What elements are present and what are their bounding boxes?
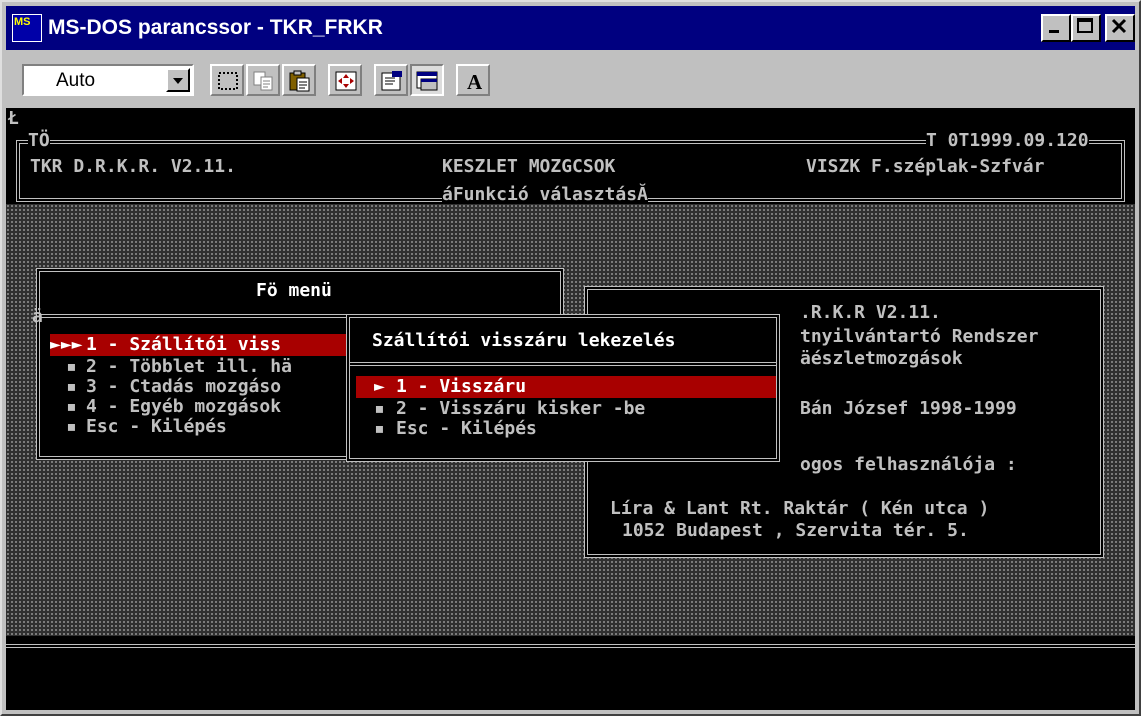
submenu-popup: Szállítói visszáru lekezelés ► 1 - Vissz… [346,314,780,462]
info-licensee-label: ogos felhasználója : [800,454,1017,475]
copy-button[interactable] [246,64,280,96]
info-licensee: Líra & Lant Rt. Raktár ( Kén utca ) [610,498,990,519]
dos-window: MS MS-DOS parancssor - TKR_FRKR Auto A Ł… [0,0,1141,716]
menu-item-esc[interactable]: ▪ Esc - Kilépés [50,416,352,437]
toolbar: Auto A [6,52,1135,106]
app-icon-text: MS [14,16,31,28]
menu-item-2[interactable]: ▪ 2 - Többlet ill. hä [50,356,352,377]
fullscreen-icon [335,71,357,91]
mark-icon [218,72,238,90]
menu-item-esc-label: Esc - Kilépés [86,416,227,437]
properties-icon [381,71,402,91]
chevron-down-icon[interactable] [166,68,190,92]
submenu-item-esc-bullet: ▪ [374,418,385,439]
menu-item-4-bullet: ▪ [66,396,77,417]
submenu-item-2[interactable]: ▪ 2 - Visszáru kisker -be [356,398,776,419]
submenu-title: Szállítói visszáru lekezelés [372,330,676,351]
info-module: äészletmozgások [800,348,963,369]
font-button-label: A [467,70,483,92]
close-icon [1111,18,1127,34]
menu-item-1[interactable]: ►►► 1 - Szállítói viss [50,334,352,356]
menu-item-3[interactable]: ▪ 3 - Ctadás mozgáso [50,376,352,397]
menu-item-2-bullet: ▪ [66,356,77,377]
minimize-icon [1049,30,1059,33]
submenu-item-esc[interactable]: ▪ Esc - Kilépés [356,418,776,439]
header-module: KESZLET MOZGCSOK [442,156,616,177]
menu-item-1-label: 1 - Szállítói viss [86,334,282,355]
main-menu-title: Fö menü [256,280,332,301]
close-button[interactable] [1105,14,1135,42]
submenu-divider [350,362,776,366]
window-title: MS-DOS parancssor - TKR_FRKR [48,16,383,39]
maximize-icon [1077,18,1093,33]
header-site: VISZK F.széplak-Szfvár [806,156,1045,177]
background-icon [416,71,438,91]
submenu-item-1-label: 1 - Visszáru [396,376,527,397]
submenu-item-2-bullet: ▪ [374,398,385,419]
copy-icon [253,71,273,91]
msdos-app-icon[interactable]: MS [12,14,42,42]
info-author: Bán József 1998-1999 [800,398,1017,419]
menu-item-4[interactable]: ▪ 4 - Egyéb mozgások [50,396,352,417]
menu-item-2-label: 2 - Többlet ill. hä [86,356,292,377]
console-screen[interactable]: Ł TÖ T 0T1999.09.120 TKR D.R.K.R. V2.11.… [6,108,1135,710]
submenu-item-2-label: 2 - Visszáru kisker -be [396,398,646,419]
submenu-item-1-bullet: ► [374,376,385,397]
menu-item-1-bullet: ►►► [50,334,83,355]
font-button[interactable]: A [456,64,490,96]
font-icon: A [467,70,483,92]
header-frame: TÖ T 0T1999.09.120 TKR D.R.K.R. V2.11. K… [16,130,1125,205]
properties-button[interactable] [374,64,408,96]
header-app-name: TKR D.R.K.R. V2.11. [30,156,236,177]
title-bar[interactable]: MS MS-DOS parancssor - TKR_FRKR [6,6,1135,50]
info-version: .R.K.R V2.11. [800,302,941,323]
header-subtitle: áFunkció választásĂ [442,184,648,205]
main-menu-left-mark: ä [32,306,43,327]
minimize-button[interactable] [1041,14,1071,42]
mark-button[interactable] [210,64,244,96]
background-button[interactable] [410,64,444,96]
menu-item-3-bullet: ▪ [66,376,77,397]
info-address: 1052 Budapest , Szervita tér. 5. [622,520,969,541]
maximize-button[interactable] [1071,14,1101,42]
info-system-name: tnyilvántartó Rendszer [800,326,1039,347]
font-size-select[interactable]: Auto [22,64,194,96]
submenu-item-esc-label: Esc - Kilépés [396,418,537,439]
menu-item-3-label: 3 - Ctadás mozgáso [86,376,282,397]
header-left-top: TÖ [28,130,50,151]
paste-button[interactable] [282,64,316,96]
menu-item-esc-bullet: ▪ [66,416,77,437]
header-date: T 0T1999.09.120 [926,130,1089,151]
submenu-item-1[interactable]: ► 1 - Visszáru [356,376,776,398]
menu-item-4-label: 4 - Egyéb mozgások [86,396,282,417]
fullscreen-button[interactable] [328,64,362,96]
font-size-value: Auto [56,70,96,91]
paste-icon [289,70,310,92]
console-corner-char: Ł [8,108,19,129]
status-line-divider [6,644,1135,648]
